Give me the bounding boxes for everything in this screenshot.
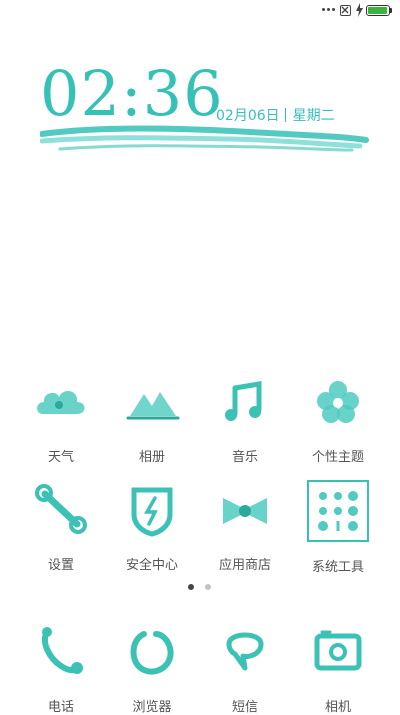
dock-phone[interactable]: 电话 [16,622,106,715]
app-gallery[interactable]: 相册 [107,372,197,465]
app-label: 系统工具 [311,560,364,575]
messages-bubble-icon [215,622,275,682]
more-dots-icon [322,8,335,11]
app-themes[interactable]: 个性主题 [293,372,383,465]
app-label: 相册 [138,450,165,465]
date-label: 02月06日 [216,108,280,124]
dock-messages[interactable]: 短信 [200,622,290,715]
app-settings[interactable]: 设置 [16,480,106,573]
phone-icon [31,622,91,682]
app-system-tools[interactable]: 系统工具 [293,480,383,575]
app-label: 个性主题 [311,450,364,465]
weather-cloud-icon [31,372,91,432]
status-bar [0,0,400,24]
app-store[interactable]: 应用商店 [200,480,290,573]
app-label: 短信 [231,700,258,715]
weekday-label: 星期二 [292,108,335,124]
page-indicator[interactable] [188,584,211,590]
app-weather[interactable]: 天气 [16,372,106,465]
app-label: 设置 [47,558,74,573]
app-music[interactable]: 音乐 [200,372,290,465]
camera-icon [308,622,368,682]
app-security[interactable]: 安全中心 [107,480,197,573]
app-label: 天气 [47,450,74,465]
page-dot-2[interactable] [205,584,211,590]
app-label: 相机 [324,700,351,715]
app-label: 浏览器 [132,700,172,715]
dock-camera[interactable]: 相机 [293,622,383,715]
date-separator [284,108,286,122]
page-dot-1[interactable] [188,584,194,590]
app-store-bowtie-icon [215,480,275,540]
dock-browser[interactable]: 浏览器 [107,622,197,715]
clock-time[interactable]: 02:36 [40,58,224,130]
settings-wrench-icon [31,480,91,540]
security-shield-icon [122,480,182,540]
battery-icon [366,5,390,16]
charging-bolt-icon [356,3,363,17]
no-sim-icon [340,5,351,16]
theme-flower-icon [308,372,368,432]
clock-date[interactable]: 02月06日 星期二 [216,105,335,125]
app-label: 电话 [47,700,74,715]
app-label: 应用商店 [218,558,271,573]
music-note-icon [215,372,275,432]
gallery-mountain-icon [122,372,182,432]
brush-stroke-decoration [40,125,369,152]
app-label: 安全中心 [125,558,178,573]
browser-icon [122,622,182,682]
app-label: 音乐 [231,450,258,465]
system-tools-grid-icon [307,480,369,542]
